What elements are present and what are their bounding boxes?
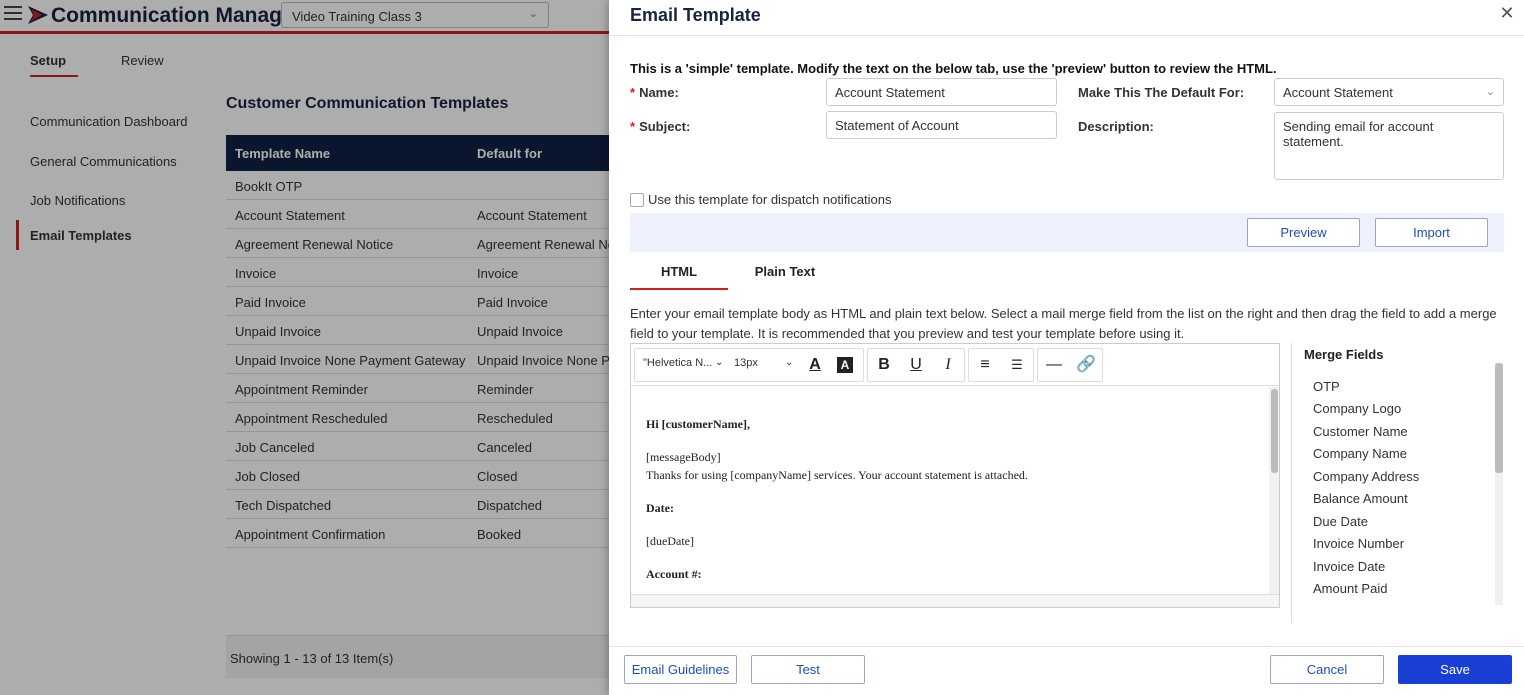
chevron-down-icon: ⌄ bbox=[715, 357, 724, 368]
merge-fields-panel: Merge Fields OTP Company Logo Customer N… bbox=[1291, 343, 1509, 623]
merge-field-item[interactable]: Due Date bbox=[1313, 514, 1368, 529]
default-for-select[interactable]: Account Statement ⌄ bbox=[1274, 78, 1504, 106]
format-group: B U I bbox=[867, 348, 965, 382]
description-textarea[interactable]: Sending email for account statement. bbox=[1274, 112, 1504, 180]
save-button[interactable]: Save bbox=[1398, 655, 1512, 684]
default-for-value: Account Statement bbox=[1283, 85, 1393, 100]
bold-icon[interactable]: B bbox=[874, 355, 894, 375]
modal-footer: Email Guidelines Test Cancel Save bbox=[609, 646, 1524, 695]
merge-field-item[interactable]: Customer Name bbox=[1313, 424, 1408, 439]
required-marker: * bbox=[630, 85, 636, 100]
font-color-icon[interactable]: A bbox=[805, 355, 825, 375]
tab-html[interactable]: HTML bbox=[630, 262, 728, 290]
merge-field-item[interactable]: Balance Amount bbox=[1313, 491, 1408, 506]
merge-field-item[interactable]: Invoice Date bbox=[1313, 559, 1385, 574]
merge-field-item[interactable]: OTP bbox=[1313, 379, 1340, 394]
link-icon[interactable]: 🔗 bbox=[1076, 355, 1096, 375]
cancel-button[interactable]: Cancel bbox=[1270, 655, 1384, 684]
font-family-select[interactable]: "Helvetica N... bbox=[643, 357, 712, 369]
ordered-list-icon[interactable]: ☰ bbox=[1007, 355, 1027, 375]
preview-button[interactable]: Preview bbox=[1247, 218, 1360, 247]
help-text: Enter your email template body as HTML a… bbox=[630, 306, 1497, 341]
thanks-line: Thanks for using [companyName] services.… bbox=[646, 468, 1028, 482]
merge-fields-scrollbar[interactable] bbox=[1495, 363, 1503, 605]
chevron-down-icon: ⌄ bbox=[1485, 86, 1495, 98]
close-icon[interactable]: ✕ bbox=[1498, 4, 1516, 22]
tab-plain-text[interactable]: Plain Text bbox=[740, 262, 830, 290]
chevron-down-icon: ⌄ bbox=[785, 357, 794, 368]
editor-vertical-scrollbar[interactable] bbox=[1269, 387, 1279, 594]
paragraph-group: ≡ ☰ bbox=[968, 348, 1034, 382]
email-guidelines-button[interactable]: Email Guidelines bbox=[624, 655, 737, 684]
dispatch-checkbox-label[interactable]: Use this template for dispatch notificat… bbox=[648, 192, 892, 207]
date-label-line: Date: bbox=[646, 501, 674, 515]
description-label: Description: bbox=[1078, 119, 1154, 134]
dispatch-checkbox-row: Use this template for dispatch notificat… bbox=[630, 191, 892, 207]
horizontal-rule-icon[interactable]: — bbox=[1044, 355, 1064, 375]
editor-horizontal-scrollbar[interactable] bbox=[631, 594, 1279, 607]
modal-title: Email Template bbox=[630, 5, 761, 25]
action-bar: Preview Import bbox=[630, 213, 1504, 252]
divider bbox=[609, 35, 1524, 36]
font-group: "Helvetica N... ⌄ 13px ⌄ A A bbox=[634, 348, 864, 382]
underline-icon[interactable]: U bbox=[906, 355, 926, 375]
subject-input[interactable]: Statement of Account bbox=[826, 111, 1057, 139]
name-label: * Name: bbox=[630, 85, 679, 100]
background-color-icon[interactable]: A bbox=[837, 357, 853, 373]
intro-text: This is a 'simple' template. Modify the … bbox=[630, 61, 1277, 76]
name-input[interactable]: Account Statement bbox=[826, 78, 1057, 106]
html-editor: "Helvetica N... ⌄ 13px ⌄ A A B U I ≡ ☰ —… bbox=[630, 343, 1280, 608]
merge-field-item[interactable]: Company Address bbox=[1313, 469, 1419, 484]
test-button[interactable]: Test bbox=[751, 655, 865, 684]
font-size-select[interactable]: 13px bbox=[734, 357, 758, 369]
account-label-line: Account #: bbox=[646, 567, 702, 581]
subject-label: * Subject: bbox=[630, 119, 691, 134]
align-left-icon[interactable]: ≡ bbox=[975, 355, 995, 375]
merge-field-item[interactable]: Company Logo bbox=[1313, 401, 1401, 416]
dispatch-checkbox[interactable] bbox=[630, 192, 644, 207]
editor-toolbar: "Helvetica N... ⌄ 13px ⌄ A A B U I ≡ ☰ —… bbox=[631, 344, 1279, 386]
merge-field-item[interactable]: Invoice Number bbox=[1313, 536, 1404, 551]
email-template-modal: Email Template ✕ This is a 'simple' temp… bbox=[609, 0, 1524, 695]
italic-icon[interactable]: I bbox=[938, 355, 958, 375]
merge-field-item[interactable]: Amount Paid bbox=[1313, 581, 1387, 596]
default-for-label: Make This The Default For: bbox=[1078, 85, 1245, 100]
message-body-line: [messageBody] bbox=[646, 450, 721, 464]
merge-fields-title: Merge Fields bbox=[1304, 347, 1384, 362]
merge-field-item[interactable]: Company Name bbox=[1313, 446, 1407, 461]
due-date-line: [dueDate] bbox=[646, 534, 694, 548]
import-button[interactable]: Import bbox=[1375, 218, 1488, 247]
merge-fields-list: OTP Company Logo Customer Name Company N… bbox=[1292, 377, 1492, 605]
insert-group: — 🔗 bbox=[1037, 348, 1103, 382]
greeting-line: Hi [customerName], bbox=[646, 417, 750, 431]
editor-content[interactable]: Hi [customerName], [messageBody] Thanks … bbox=[631, 387, 1267, 594]
required-marker: * bbox=[630, 119, 636, 134]
